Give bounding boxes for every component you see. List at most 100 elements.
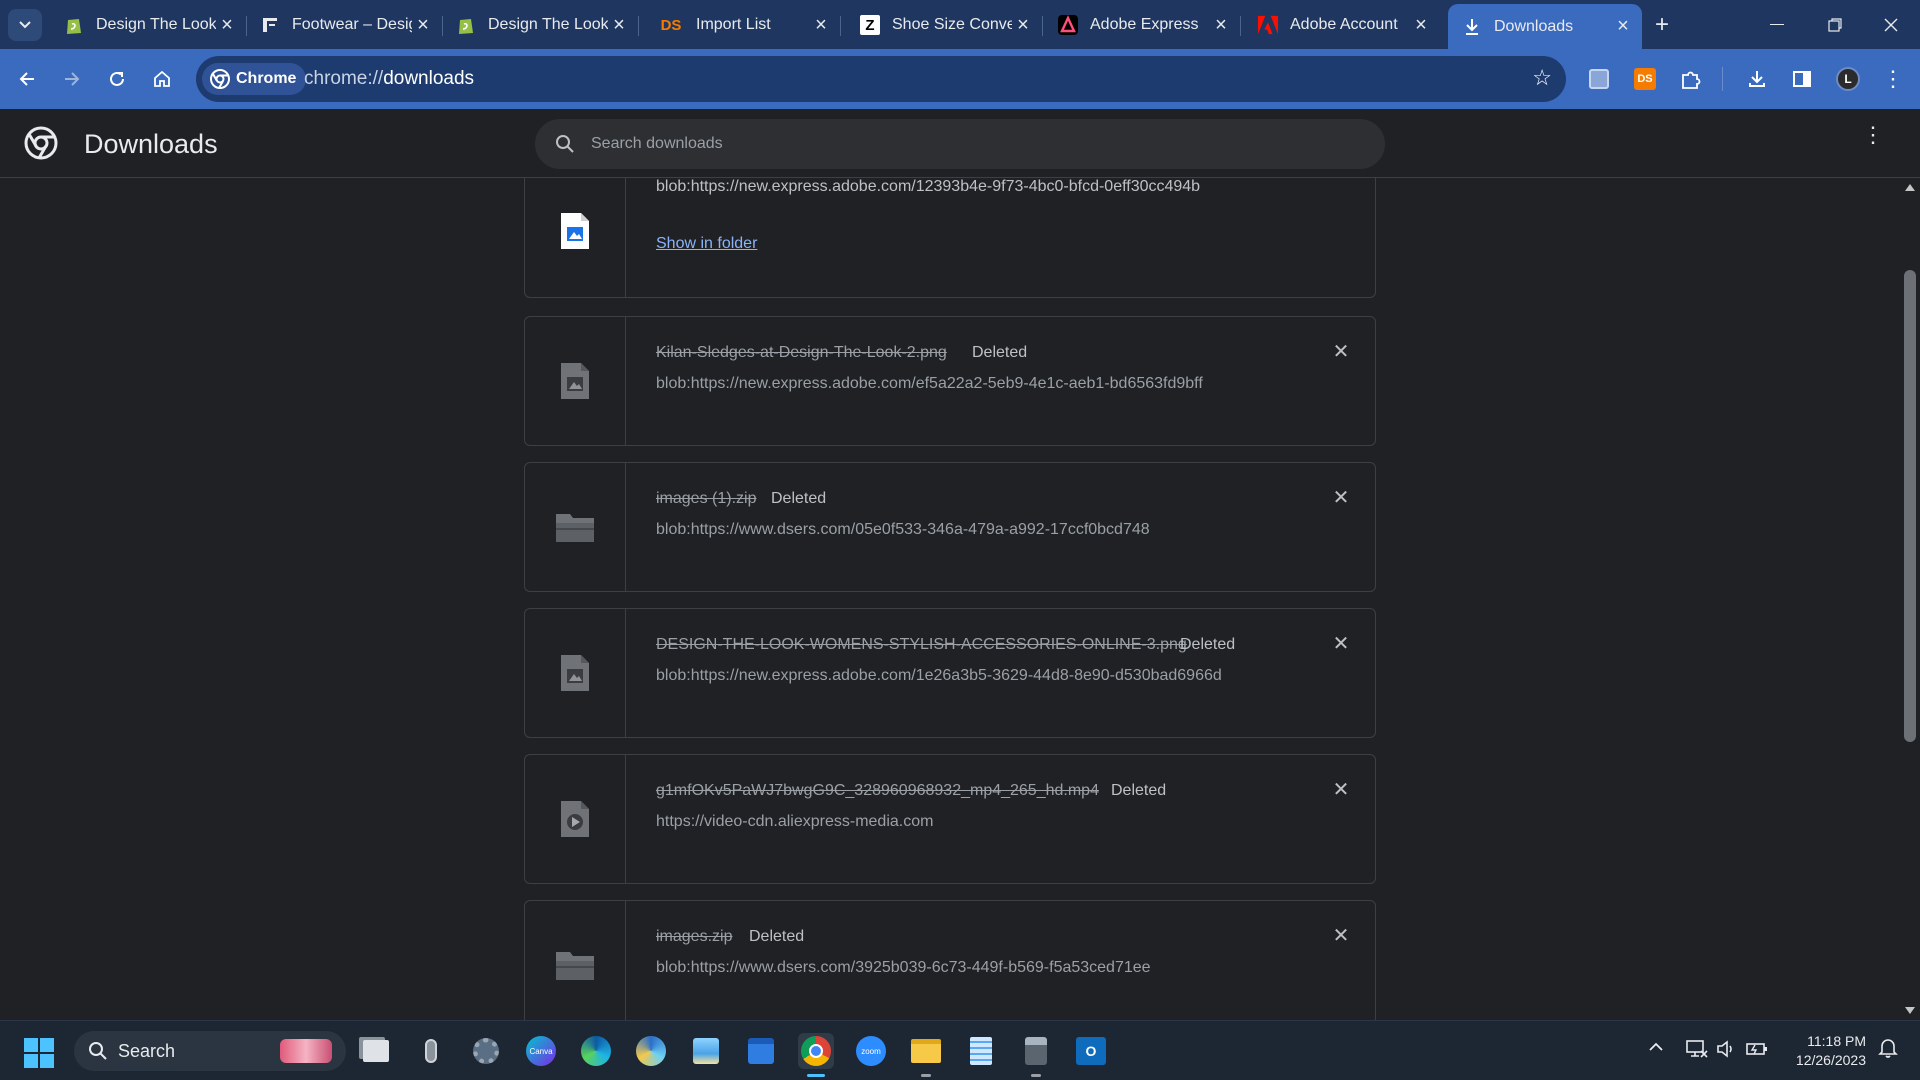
site-info-chip[interactable]: Chrome <box>202 63 307 95</box>
tab-title: Design The Look <box>488 16 608 33</box>
bookmark-star-icon[interactable]: ☆ <box>1532 65 1552 91</box>
scrollbar-thumb[interactable] <box>1904 270 1916 742</box>
profile-button[interactable]: L <box>1831 62 1865 96</box>
search-input[interactable] <box>591 131 1351 157</box>
forward-button[interactable] <box>54 61 90 97</box>
tab-footwear[interactable]: Footwear – Desig × <box>246 6 443 44</box>
clock-time: 11:18 PM <box>1807 1033 1866 1049</box>
calculator-app[interactable] <box>1018 1033 1054 1077</box>
tab-downloads[interactable]: Downloads × <box>1448 4 1642 49</box>
calendar-app[interactable] <box>743 1033 779 1069</box>
video-file-icon <box>561 801 589 837</box>
page-scrollbar[interactable] <box>1900 178 1920 1020</box>
download-source-url[interactable]: blob:https://www.dsers.com/3925b039-6c73… <box>656 959 1151 977</box>
restore-button[interactable] <box>1806 0 1864 49</box>
remove-download-button[interactable]: ✕ <box>1329 631 1353 655</box>
show-hidden-icons-button[interactable] <box>1648 1039 1664 1060</box>
chrome-app[interactable] <box>798 1033 834 1077</box>
scroll-down-icon[interactable] <box>1905 1007 1915 1014</box>
extensions-button[interactable] <box>1674 62 1708 96</box>
remove-download-button[interactable]: ✕ <box>1329 339 1353 363</box>
shopify-icon <box>456 15 476 35</box>
network-icon[interactable] <box>1686 1039 1708 1064</box>
image-file-icon <box>561 655 589 691</box>
tab-adobe-account[interactable]: Adobe Account × <box>1244 6 1440 44</box>
tab-adobe-express[interactable]: Adobe Express × <box>1044 6 1241 44</box>
remove-download-button[interactable]: ✕ <box>1329 485 1353 509</box>
close-icon[interactable]: × <box>1410 14 1432 36</box>
close-icon[interactable]: × <box>810 14 832 36</box>
tab-import-list[interactable]: DS Import List × <box>644 6 841 44</box>
download-source-url[interactable]: https://video-cdn.aliexpress-media.com <box>656 813 933 831</box>
edge-icon <box>581 1036 611 1066</box>
dsers-extension-button[interactable]: DS <box>1628 62 1662 96</box>
close-window-button[interactable] <box>1862 0 1920 49</box>
file-explorer-app[interactable] <box>908 1033 944 1077</box>
avatar: L <box>1836 67 1860 91</box>
puzzle-icon <box>1682 71 1701 89</box>
file-icon-column <box>525 317 626 445</box>
download-item: Kilan-Sledges-at-Design-The-Look-2.png D… <box>524 316 1376 446</box>
close-icon[interactable]: × <box>216 14 238 36</box>
canva-app[interactable]: Canva <box>523 1033 559 1069</box>
zoom-icon: zoom <box>856 1036 886 1066</box>
taskbar-search-label: Search <box>118 1041 176 1061</box>
side-panel-button[interactable] <box>1785 62 1819 96</box>
tab-design-the-look-1[interactable]: Design The Look × <box>50 6 247 44</box>
close-icon[interactable]: × <box>412 14 434 36</box>
start-button[interactable] <box>24 1038 54 1068</box>
close-icon[interactable]: × <box>608 14 630 36</box>
browser-toolbar: Chrome chrome://downloads ☆ DS L ⋮ <box>0 49 1920 109</box>
back-button[interactable] <box>9 61 45 97</box>
minimize-button[interactable] <box>1748 0 1806 49</box>
system-clock[interactable]: 11:18 PM 12/26/2023 <box>1796 1032 1866 1070</box>
tab-title: Design The Look <box>96 16 216 33</box>
notepad-app[interactable] <box>963 1033 999 1069</box>
download-source-url[interactable]: blob:https://new.express.adobe.com/ef5a2… <box>656 375 1203 393</box>
battery-icon[interactable] <box>1746 1039 1768 1064</box>
home-icon <box>154 70 170 87</box>
settings-app[interactable] <box>468 1033 504 1069</box>
scroll-up-icon[interactable] <box>1905 184 1915 191</box>
home-button[interactable] <box>144 61 180 97</box>
close-icon[interactable]: × <box>1210 14 1232 36</box>
download-source-url[interactable]: blob:https://new.express.adobe.com/12393… <box>656 178 1200 196</box>
downloads-list: blob:https://new.express.adobe.com/12393… <box>0 178 1920 1020</box>
close-icon[interactable]: × <box>1012 14 1034 36</box>
show-in-folder-link[interactable]: Show in folder <box>656 235 757 253</box>
remove-download-button[interactable]: ✕ <box>1329 923 1353 947</box>
tab-search-button[interactable] <box>8 9 42 41</box>
remove-download-button[interactable]: ✕ <box>1329 777 1353 801</box>
z-icon: Z <box>860 15 880 35</box>
download-source-url[interactable]: blob:https://www.dsers.com/05e0f533-346a… <box>656 521 1150 539</box>
search-downloads-box[interactable] <box>535 119 1385 169</box>
dsers-icon: DS <box>1634 68 1656 90</box>
taskbar-search[interactable]: Search <box>74 1031 346 1071</box>
extension-square-icon <box>1589 69 1609 89</box>
close-icon[interactable]: × <box>1612 15 1634 38</box>
file-icon-column <box>525 609 626 737</box>
task-view-app[interactable] <box>358 1033 394 1069</box>
volume-icon[interactable] <box>1716 1039 1736 1064</box>
photos-app[interactable] <box>688 1033 724 1069</box>
reload-button[interactable] <box>99 61 135 97</box>
tab-shoe-size[interactable]: Z Shoe Size Conve × <box>846 6 1043 44</box>
dsers-icon: DS <box>660 16 682 34</box>
folder-icon <box>556 514 594 542</box>
chrome-menu-button[interactable]: ⋮ <box>1876 62 1910 96</box>
new-tab-button[interactable]: + <box>1648 11 1676 39</box>
zoom-app[interactable]: zoom <box>853 1033 889 1069</box>
edge-app[interactable] <box>578 1033 614 1069</box>
downloads-button[interactable] <box>1740 62 1774 96</box>
microphone-app[interactable] <box>413 1033 449 1069</box>
tab-design-the-look-2[interactable]: Design The Look × <box>442 6 639 44</box>
notifications-button[interactable] <box>1878 1037 1898 1064</box>
extension-button[interactable] <box>1582 62 1616 96</box>
outlook-app[interactable]: O <box>1073 1033 1109 1069</box>
shopify-icon <box>64 15 84 35</box>
download-source-url[interactable]: blob:https://new.express.adobe.com/1e26a… <box>656 667 1222 685</box>
edge-beta-app[interactable] <box>633 1033 669 1069</box>
more-actions-button[interactable]: ⋮ <box>1862 124 1884 146</box>
address-bar[interactable]: Chrome chrome://downloads ☆ <box>196 56 1566 102</box>
calendar-icon <box>748 1038 774 1064</box>
